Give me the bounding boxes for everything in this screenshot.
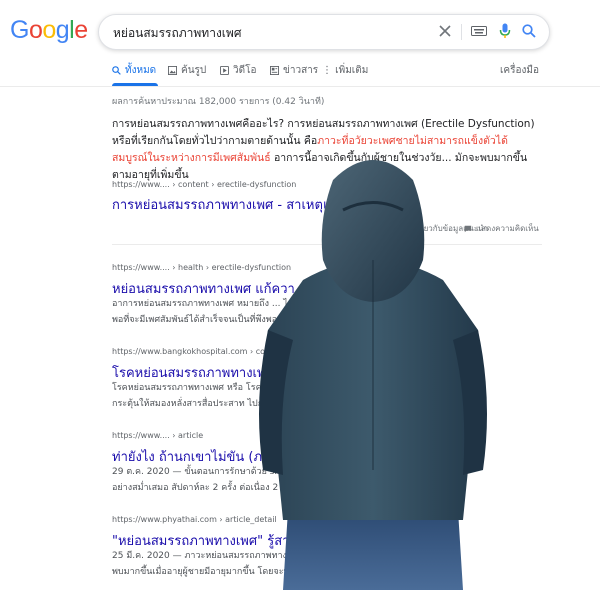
logo-letter: e	[74, 16, 88, 44]
video-icon	[220, 66, 229, 75]
logo-letter: o	[42, 16, 56, 44]
hooded-man-image	[259, 160, 487, 590]
logo-letter: g	[55, 16, 70, 44]
divider	[461, 24, 462, 40]
search-bar[interactable]: หย่อนสมรรถภาพทางเพศ	[98, 14, 550, 50]
logo-letter: G	[10, 16, 29, 44]
news-icon	[270, 66, 279, 75]
logo-letter: o	[28, 16, 43, 44]
search-input[interactable]: หย่อนสมรรถภาพทางเพศ	[113, 24, 241, 43]
tab-label: ข่าวสาร	[283, 65, 319, 76]
keyboard-icon[interactable]	[469, 21, 489, 41]
tab-news[interactable]: ข่าวสาร	[270, 63, 318, 78]
image-icon	[168, 66, 177, 75]
search-tabs: ทั้งหมด ค้นรูป วิดีโอ ข่าวสาร ⋮ เพิ่มเติ…	[112, 63, 542, 83]
tab-images[interactable]: ค้นรูป	[168, 63, 206, 78]
header-divider	[0, 86, 600, 87]
tab-more[interactable]: ⋮ เพิ่มเติม	[322, 63, 368, 78]
google-logo[interactable]: Google	[10, 16, 88, 45]
microphone-icon[interactable]	[495, 21, 515, 41]
tools-button[interactable]: เครื่องมือ	[500, 63, 539, 78]
tools-label: เครื่องมือ	[500, 65, 539, 76]
result-url[interactable]: https://www.... › article	[112, 431, 203, 440]
tab-label: ทั้งหมด	[125, 65, 157, 76]
result-stats: ผลการค้นหาประมาณ 182,000 รายการ (0.42 วิ…	[112, 97, 325, 107]
tab-label: วิดีโอ	[233, 65, 257, 76]
clear-icon[interactable]	[435, 21, 455, 41]
search-icon[interactable]	[519, 21, 539, 41]
tab-label: ค้นรูป	[181, 65, 207, 76]
tab-videos[interactable]: วิดีโอ	[220, 63, 257, 78]
tab-label: ⋮ เพิ่มเติม	[322, 65, 369, 76]
tab-all[interactable]: ทั้งหมด	[112, 63, 156, 78]
search-icon	[112, 66, 121, 75]
